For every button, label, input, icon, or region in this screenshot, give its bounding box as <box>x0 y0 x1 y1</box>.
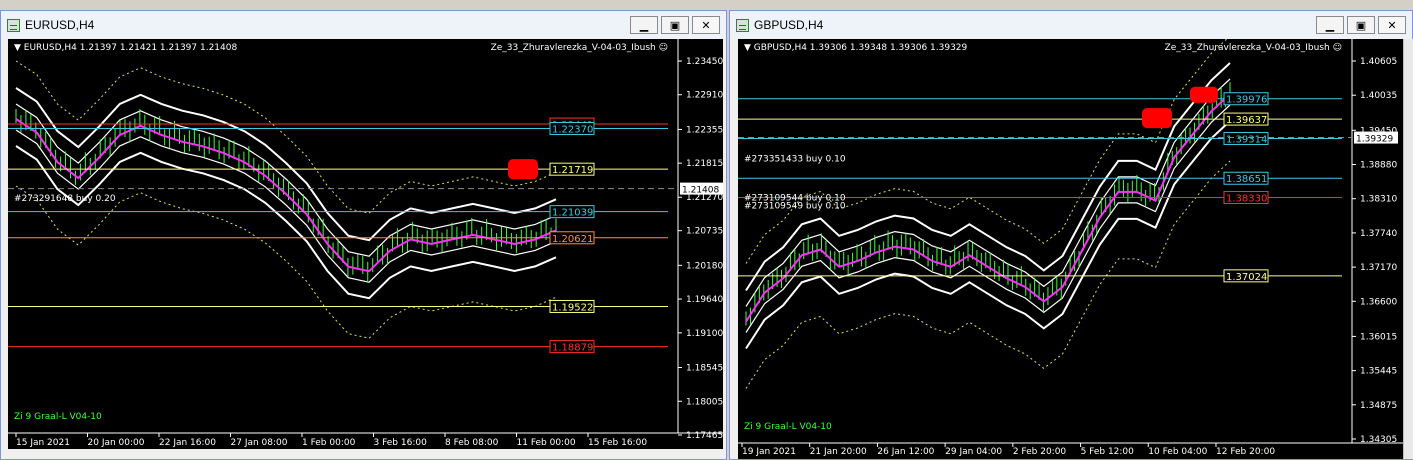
window-title: GBPUSD,H4 <box>754 18 824 32</box>
level-label: 1.39976 <box>1226 95 1267 106</box>
level-label: 1.39637 <box>1226 115 1267 126</box>
price-tick-label: 1.40605 <box>1360 57 1397 67</box>
price-tick-label: 1.36600 <box>1360 297 1397 307</box>
window-title: EURUSD,H4 <box>25 18 95 32</box>
level-label: 1.21719 <box>552 165 593 176</box>
price-tick-label: 1.37170 <box>1360 263 1397 273</box>
price-tick-label: 1.34875 <box>1360 401 1397 411</box>
maximize-icon: ▣ <box>669 18 681 32</box>
close-icon: ✕ <box>1387 18 1397 32</box>
maximize-button[interactable]: ▣ <box>661 16 689 34</box>
order-label: #273109549 buy 0.10 <box>744 202 846 212</box>
time-tick-label: 22 Jan 16:00 <box>159 438 216 448</box>
price-tick-label: 1.22355 <box>686 125 723 135</box>
price-tick-label: 1.19100 <box>686 329 723 339</box>
inner-band-lower <box>15 129 557 283</box>
gbpusd-titlebar[interactable]: GBPUSD,H4 ▁ ▣ ✕ <box>730 11 1412 39</box>
upper-band <box>15 87 557 242</box>
chart-info-text: ▼ EURUSD,H4 1.21397 1.21421 1.21397 1.21… <box>14 43 237 53</box>
chart-window-icon <box>736 18 749 32</box>
time-tick-label: 21 Jan 20:00 <box>810 447 867 457</box>
time-tick-label: 12 Feb 20:00 <box>1216 447 1275 457</box>
time-tick-label: 11 Feb 00:00 <box>517 438 576 448</box>
time-tick-label: 27 Jan 08:00 <box>231 438 288 448</box>
current-price-label: 1.39329 <box>1356 135 1393 145</box>
maximize-button[interactable]: ▣ <box>1347 16 1375 34</box>
time-tick-label: 19 Jan 2021 <box>742 447 796 457</box>
time-tick-label: 1 Feb 00:00 <box>302 438 356 448</box>
expert-name: Ze_33_Zhuravlerezka_V-04-03_Ibush ☺ <box>491 42 668 53</box>
minimize-button[interactable]: ▁ <box>1316 16 1344 34</box>
price-tick-label: 1.21815 <box>686 159 723 169</box>
order-label: #273291648 buy 0.20 <box>14 194 116 204</box>
alert-marker <box>1142 108 1172 129</box>
price-tick-label: 1.38310 <box>1360 195 1397 205</box>
time-tick-label: 29 Jan 04:00 <box>945 447 1002 457</box>
level-label: 1.20621 <box>552 234 593 245</box>
minimize-icon: ▁ <box>639 18 649 32</box>
level-label: 1.37024 <box>1226 272 1267 283</box>
price-tick-label: 1.40035 <box>1360 91 1397 101</box>
current-price-label: 1.21408 <box>682 186 719 196</box>
outer-envelope-upper <box>15 60 557 214</box>
price-tick-label: 1.38880 <box>1360 161 1397 171</box>
eurusd-window[interactable]: EURUSD,H4 ▁ ▣ ✕ 1.23450 1.22910 1.22355 1.2… <box>0 10 727 460</box>
time-tick-label: 26 Jan 12:00 <box>877 447 934 457</box>
indicator-label: Zi 9 Graal-L V04-10 <box>744 422 832 432</box>
chart-window-icon <box>7 18 20 32</box>
price-tick-label: 1.18005 <box>686 397 723 407</box>
price-tick-label: 1.22910 <box>686 91 723 101</box>
gbpusd-window[interactable]: GBPUSD,H4 ▁ ▣ ✕ 1.40605 1.40035 1.39450 1.3… <box>729 10 1413 460</box>
price-tick-label: 1.18545 <box>686 364 723 374</box>
price-tick-label: 1.20180 <box>686 261 723 271</box>
price-tick-label: 1.35445 <box>1360 367 1397 377</box>
level-label: 1.38330 <box>1226 194 1267 205</box>
eurusd-chart[interactable]: 1.23450 1.22910 1.22355 1.21815 1.21270 1.207… <box>8 39 723 449</box>
price-tick-label: 1.19640 <box>686 295 723 305</box>
expert-name: Ze_33_Zhuravlerezka_V-04-03_Ibush ☺ <box>1165 42 1342 53</box>
close-button[interactable]: ✕ <box>1378 16 1406 34</box>
inner-band-upper <box>15 103 557 257</box>
time-tick-label: 15 Jan 2021 <box>16 438 70 448</box>
chart-info-text: ▼ GBPUSD,H4 1.39306 1.39348 1.39306 1.39… <box>744 43 968 53</box>
chart-canvas: 1.234501.229101.223551.218151.212701.207… <box>8 39 723 448</box>
time-tick-label: 3 Feb 16:00 <box>374 438 428 448</box>
close-button[interactable]: ✕ <box>692 16 720 34</box>
price-tick-label: 1.17465 <box>686 431 723 441</box>
eurusd-titlebar[interactable]: EURUSD,H4 ▁ ▣ ✕ <box>1 11 726 39</box>
close-icon: ✕ <box>701 18 711 32</box>
price-tick-label: 1.36015 <box>1360 332 1397 342</box>
time-tick-label: 15 Feb 16:00 <box>588 438 647 448</box>
level-label: 1.22370 <box>552 124 593 135</box>
maximize-icon: ▣ <box>1355 18 1367 32</box>
time-tick-label: 10 Feb 04:00 <box>1148 447 1207 457</box>
minimize-button[interactable]: ▁ <box>630 16 658 34</box>
gbpusd-chart[interactable]: 1.40605 1.40035 1.39450 1.38880 1.38310 1.377… <box>738 39 1403 459</box>
order-label: #273351433 buy 0.10 <box>744 155 846 165</box>
price-tick-label: 1.20735 <box>686 227 723 237</box>
level-label: 1.19522 <box>552 302 593 313</box>
alert-marker <box>1190 86 1218 103</box>
level-label: 1.21039 <box>552 208 593 219</box>
time-tick-label: 20 Jan 00:00 <box>88 438 145 448</box>
price-tick-label: 1.37740 <box>1360 229 1397 239</box>
level-label: 1.18879 <box>552 343 593 354</box>
upper-band <box>745 62 1231 292</box>
price-tick-label: 1.23450 <box>686 57 723 67</box>
level-label: 1.38651 <box>1226 174 1267 185</box>
time-tick-label: 8 Feb 08:00 <box>445 438 499 448</box>
outer-envelope-upper <box>745 39 1228 264</box>
time-tick-label: 5 Feb 12:00 <box>1081 447 1135 457</box>
alert-marker <box>508 159 538 180</box>
minimize-icon: ▁ <box>1325 18 1335 32</box>
indicator-label: Zi 9 Graal-L V04-10 <box>14 412 102 422</box>
time-tick-label: 2 Feb 20:00 <box>1013 447 1067 457</box>
level-label: 1.39314 <box>1226 134 1267 145</box>
chart-canvas: 1.406051.400351.394501.388801.383101.377… <box>738 39 1403 457</box>
vertical-scrollbar[interactable] <box>1403 39 1413 459</box>
price-tick-label: 1.34305 <box>1360 435 1397 445</box>
